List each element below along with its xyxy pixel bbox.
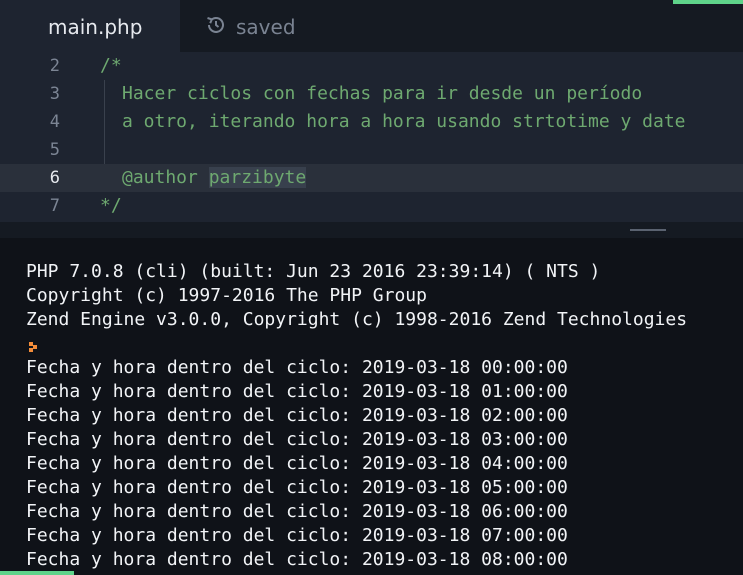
accent-bar-bottom — [0, 571, 74, 575]
line-number: 5 — [49, 140, 60, 160]
line-number: 2 — [49, 56, 60, 76]
splitter-handle[interactable] — [630, 229, 666, 231]
code-text: a otro, iterando hora a hora usando strt… — [122, 111, 686, 132]
tab-bar: main.php saved — [0, 0, 743, 52]
console-output-line: Fecha y hora dentro del ciclo: 2019-03-1… — [26, 477, 568, 498]
editor-line[interactable]: 2 /* — [0, 52, 743, 80]
editor-line[interactable]: 5 — [0, 136, 743, 164]
doc-tag: @author — [122, 167, 198, 188]
code-editor[interactable]: 2 /* 3 Hacer ciclos con fechas para ir d… — [0, 52, 743, 222]
tab-main-php[interactable]: main.php — [0, 0, 180, 52]
console-output-line: Fecha y hora dentro del ciclo: 2019-03-1… — [26, 525, 568, 546]
saved-label: saved — [236, 15, 296, 39]
pane-splitter[interactable] — [0, 222, 743, 238]
console-output[interactable]: PHP 7.0.8 (cli) (built: Jun 23 2016 23:3… — [0, 238, 743, 575]
code-text: */ — [100, 195, 122, 216]
accent-bar-top — [673, 0, 743, 4]
line-number: 3 — [49, 84, 60, 104]
editor-line-current[interactable]: 6 @author parzibyte — [0, 164, 743, 192]
editor-line[interactable]: 7 */ — [0, 192, 743, 220]
code-text: /* — [100, 55, 122, 76]
prompt-chevron-icon — [28, 338, 40, 352]
code-text: Hacer ciclos con fechas para ir desde un… — [122, 83, 643, 104]
editor-line[interactable]: 3 Hacer ciclos con fechas para ir desde … — [0, 80, 743, 108]
console-header-line: Copyright (c) 1997-2016 The PHP Group — [26, 285, 427, 306]
console-output-line: Fecha y hora dentro del ciclo: 2019-03-1… — [26, 357, 568, 378]
console-output-line: Fecha y hora dentro del ciclo: 2019-03-1… — [26, 501, 568, 522]
console-header-line: PHP 7.0.8 (cli) (built: Jun 23 2016 23:3… — [26, 261, 601, 282]
code-text: @author parzibyte — [122, 164, 307, 192]
console-output-line: Fecha y hora dentro del ciclo: 2019-03-1… — [26, 405, 568, 426]
console-header-line: Zend Engine v3.0.0, Copyright (c) 1998-2… — [26, 309, 688, 330]
line-number: 6 — [49, 168, 60, 188]
console-output-line: Fecha y hora dentro del ciclo: 2019-03-1… — [26, 381, 568, 402]
repl-app: main.php saved 2 /* 3 Hacer ciclos con f… — [0, 0, 743, 575]
line-number: 7 — [49, 196, 60, 216]
console-output-line: Fecha y hora dentro del ciclo: 2019-03-1… — [26, 429, 568, 450]
console-output-line: Fecha y hora dentro del ciclo: 2019-03-1… — [26, 453, 568, 474]
highlighted-word: parzibyte — [208, 167, 307, 188]
line-number: 4 — [49, 112, 60, 132]
history-icon — [204, 13, 228, 41]
editor-line[interactable]: 4 a otro, iterando hora a hora usando st… — [0, 108, 743, 136]
console-output-line: Fecha y hora dentro del ciclo: 2019-03-1… — [26, 549, 568, 570]
tab-label: main.php — [48, 15, 143, 39]
saved-status[interactable]: saved — [204, 12, 296, 42]
